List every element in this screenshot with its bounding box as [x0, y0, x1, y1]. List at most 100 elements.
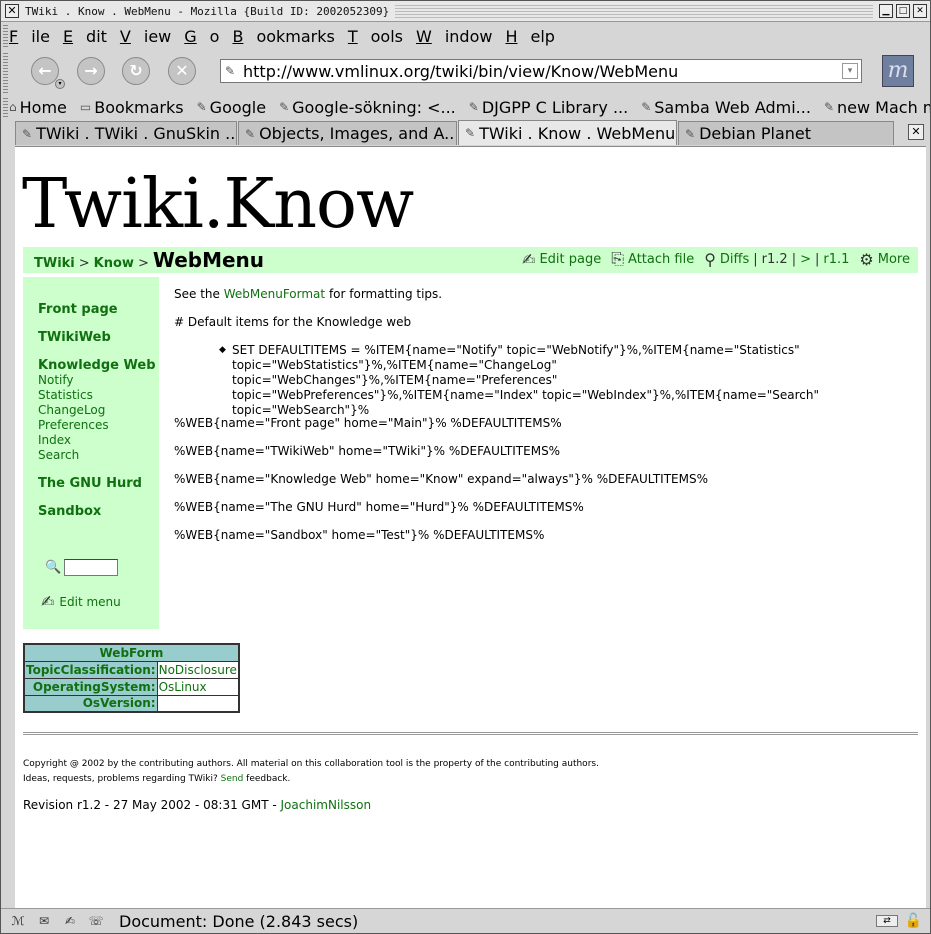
actions-divider: | — [815, 251, 820, 267]
revision-next-link[interactable]: > — [800, 252, 811, 267]
bookmarks-grip[interactable] — [3, 97, 8, 117]
send-feedback-link[interactable]: Send — [221, 774, 244, 784]
search-icon: 🔍 — [45, 560, 62, 575]
composer-icon[interactable]: ✍ — [61, 914, 79, 928]
diffs-icon[interactable]: ⚲ — [704, 250, 716, 269]
web-knowledge[interactable]: Knowledge Web — [38, 358, 156, 373]
bookmark-label: Google-sökning: <... — [292, 97, 456, 117]
table-row: TopicClassification: NoDisclosure — [23, 660, 240, 679]
web-gnu-hurd[interactable]: The GNU Hurd — [38, 476, 142, 491]
bookmark-item[interactable]: ✎ Samba Web Admi... — [641, 98, 811, 117]
attach-file-icon[interactable]: ⎘ — [611, 249, 624, 269]
author-link[interactable]: JoachimNilsson — [281, 798, 372, 812]
security-lock-icon[interactable]: 🔓 — [905, 913, 922, 929]
address-book-icon[interactable]: ☏ — [87, 914, 105, 928]
menu-bookmarks[interactable]: Bookmarks — [232, 27, 334, 46]
more-link[interactable]: More — [878, 252, 910, 267]
edit-menu-icon[interactable]: ✍ — [41, 592, 54, 611]
mail-icon[interactable]: ✉ — [35, 914, 53, 928]
webform-table: WebForm TopicClassification: NoDisclosur… — [23, 643, 240, 713]
menu-tools[interactable]: Tools — [348, 27, 403, 46]
title-bar[interactable]: ✕ TWiki . Know . WebMenu - Mozilla {Buil… — [1, 1, 930, 22]
bookmark-icon: ✎ — [823, 100, 834, 114]
back-history-dropdown-icon[interactable]: ▾ — [55, 79, 65, 89]
webform-label[interactable]: TopicClassification: — [23, 660, 158, 679]
web-twikiweb[interactable]: TWikiWeb — [38, 330, 111, 345]
menu-item-preferences[interactable]: Preferences — [38, 418, 109, 432]
reload-button[interactable]: ↻ — [122, 57, 150, 85]
site-logo[interactable]: Twiki.Know — [22, 165, 414, 244]
edit-menu-link[interactable]: Edit menu — [59, 595, 120, 609]
edit-menu-link-wrap[interactable]: ✍ Edit menu — [41, 592, 121, 611]
revision-text: Revision r1.2 - 27 May 2002 - 08:31 GMT … — [23, 798, 277, 812]
minimize-icon[interactable]: ▁ — [879, 4, 893, 18]
close-tab-icon[interactable]: ✕ — [908, 124, 924, 140]
format-tip-prefix: See the — [174, 287, 220, 301]
breadcrumb-know-link[interactable]: Know — [94, 256, 134, 271]
url-history-dropdown-icon[interactable]: ▾ — [842, 63, 858, 79]
browser-tab[interactable]: ✎ Debian Planet — [678, 121, 894, 145]
forward-button[interactable]: → — [77, 57, 105, 85]
browser-tab[interactable]: ✎ Objects, Images, and A... — [238, 121, 457, 145]
url-input[interactable] — [243, 61, 833, 81]
tab-label: Debian Planet — [699, 124, 812, 143]
stop-button[interactable]: ✕ — [168, 57, 196, 85]
menu-window[interactable]: Window — [416, 27, 492, 46]
more-icon[interactable]: ⚙ — [859, 250, 873, 269]
menu-item-statistics[interactable]: Statistics — [38, 388, 93, 402]
search-input[interactable] — [64, 559, 119, 576]
bookmark-item[interactable]: ✎ DJGPP C Library ... — [469, 98, 628, 117]
browser-tab[interactable]: ✎ TWiki . TWiki . GnuSkin ... — [15, 121, 237, 145]
window-title: TWiki . Know . WebMenu - Mozilla {Build … — [25, 4, 390, 18]
web-sandbox[interactable]: Sandbox — [38, 504, 101, 519]
format-tip: See the WebMenuFormat for formatting tip… — [174, 287, 442, 302]
menu-help[interactable]: Help — [505, 27, 554, 46]
format-tip-suffix: for formatting tips. — [328, 287, 443, 301]
attach-file-link[interactable]: Attach file — [628, 252, 694, 267]
breadcrumb-twiki-link[interactable]: TWiki — [34, 256, 75, 271]
maximize-icon[interactable]: □ — [896, 4, 910, 18]
online-status-icon[interactable]: ⇄ — [876, 915, 898, 927]
page-title: WebMenu — [152, 248, 265, 272]
menu-view[interactable]: View — [120, 27, 171, 46]
webform-value-link[interactable]: OsLinux — [156, 677, 240, 696]
revision-r11-link[interactable]: r1.1 — [823, 252, 849, 267]
menu-go[interactable]: Go — [184, 27, 219, 46]
page-proxy-icon[interactable]: ✎ — [225, 64, 239, 78]
url-bar[interactable]: ✎ ▾ — [220, 59, 862, 83]
title-bar-drag-area[interactable] — [395, 4, 873, 18]
menu-item-changelog[interactable]: ChangeLog — [38, 403, 105, 417]
webform-value-link[interactable]: NoDisclosure — [156, 660, 240, 679]
menu-file[interactable]: File — [9, 27, 50, 46]
menu-item-search[interactable]: Search — [38, 448, 79, 462]
status-text: Document: Done (2.843 secs) — [119, 911, 359, 931]
web-front-page[interactable]: Front page — [38, 302, 118, 317]
webform-label[interactable]: OperatingSystem: — [23, 677, 158, 696]
page-content: Twiki.Know TWiki > Know > WebMenu ✍ Edit pag… — [15, 146, 926, 908]
diffs-link[interactable]: Diffs — [720, 252, 749, 267]
navigator-icon[interactable]: ℳ — [9, 914, 27, 928]
reload-icon: ↻ — [129, 61, 143, 80]
menu-item-index[interactable]: Index — [38, 433, 71, 447]
bookmark-item[interactable]: ✎ Google — [197, 98, 266, 117]
bookmark-item[interactable]: ✎ Google-sökning: <... — [279, 98, 456, 117]
edit-page-icon[interactable]: ✍ — [522, 250, 535, 269]
menu-edit[interactable]: Edit — [63, 27, 107, 46]
bookmark-icon: ✎ — [641, 100, 652, 114]
bookmark-icon: ✎ — [196, 100, 207, 114]
menubar-grip[interactable] — [3, 25, 8, 47]
menu-mnemonic: E — [62, 26, 74, 46]
window-close-icon[interactable]: ✕ — [5, 4, 19, 18]
menu-item-notify[interactable]: Notify — [38, 373, 73, 387]
webform-header[interactable]: WebForm — [23, 643, 240, 662]
browser-tab[interactable]: ✎ TWiki . Know . WebMenu — [458, 120, 677, 145]
bookmark-item[interactable]: ✎new Mach micr — [824, 98, 930, 117]
bookmark-item[interactable]: ⌂ Home — [9, 98, 67, 117]
bookmark-item[interactable]: ▭ Bookmarks — [80, 98, 184, 117]
close-window-icon[interactable]: ✕ — [913, 4, 927, 18]
footer-divider — [23, 732, 918, 735]
mozilla-throbber-icon[interactable]: m — [882, 55, 914, 87]
edit-page-link[interactable]: Edit page — [539, 252, 601, 267]
webmenuformat-link[interactable]: WebMenuFormat — [224, 287, 325, 301]
webform-label[interactable]: OsVersion: — [23, 694, 158, 713]
